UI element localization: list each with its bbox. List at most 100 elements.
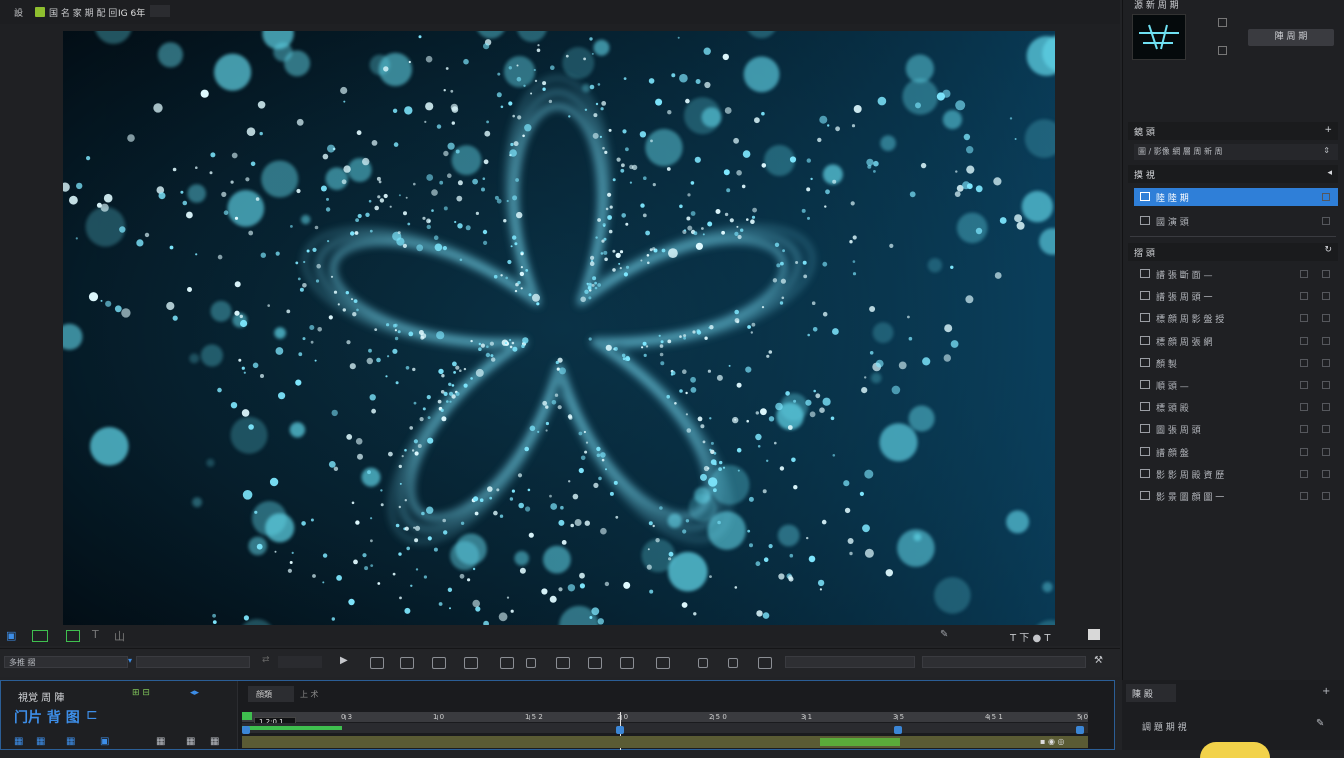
mountain-icon[interactable]: 山 — [114, 628, 125, 644]
project-tag[interactable]: IG 6年 — [118, 6, 145, 19]
text-tool[interactable]: T — [92, 628, 99, 641]
video-track[interactable] — [242, 723, 1088, 733]
checkbox-icon[interactable] — [1322, 469, 1330, 478]
timecode[interactable]: 门片 背 图 — [14, 707, 80, 727]
clip-marker-3[interactable] — [894, 726, 902, 734]
shot-dropdown[interactable]: 圖 / 影像 網 層 周 新 周 ⇕ — [1134, 144, 1338, 160]
audio-clip[interactable] — [820, 738, 900, 746]
link-icon[interactable] — [588, 657, 602, 669]
checkbox-icon[interactable] — [1322, 292, 1330, 301]
refresh-icon[interactable]: ↻ — [1324, 245, 1332, 255]
toggle-icon[interactable] — [1300, 292, 1308, 301]
source-button[interactable]: 陣 周 期 — [1248, 29, 1334, 46]
checkbox-icon[interactable] — [1322, 403, 1330, 412]
checkbox-icon[interactable] — [1322, 314, 1330, 323]
clip-marker-1[interactable] — [242, 726, 250, 734]
frame-field[interactable] — [278, 656, 322, 668]
head-item[interactable]: 影 景 圖 顔 圖 一 — [1134, 487, 1338, 505]
checkbox-icon[interactable] — [1218, 18, 1227, 27]
loop-icon[interactable] — [432, 657, 446, 669]
pen-icon[interactable]: ✎ — [940, 629, 948, 640]
checkbox-icon[interactable] — [1322, 358, 1330, 367]
track-button-5[interactable]: ▦ — [186, 736, 195, 747]
checkbox-icon[interactable] — [1322, 336, 1330, 345]
add-panel-icon[interactable]: + — [1322, 686, 1330, 697]
checkbox-icon[interactable] — [1322, 492, 1330, 500]
pin-icon[interactable]: ◂ — [1327, 168, 1332, 178]
checkbox-icon[interactable] — [1322, 270, 1330, 278]
head-item[interactable]: 譜 張 斷 面 — — [1134, 265, 1338, 283]
checkbox-icon[interactable] — [1322, 217, 1330, 225]
toggle-icon[interactable] — [1300, 381, 1308, 389]
toggle-icon[interactable] — [1300, 270, 1308, 278]
in-point-marker[interactable] — [242, 712, 252, 720]
clip-marker-4[interactable] — [1076, 726, 1084, 734]
checkbox-icon[interactable] — [1322, 381, 1330, 389]
add-icon[interactable]: + — [1324, 125, 1332, 135]
search-field[interactable] — [785, 656, 915, 668]
stop-icon[interactable] — [370, 657, 384, 669]
head-item[interactable]: 標 顔 周 張 網 — [1134, 332, 1338, 350]
checkbox-icon-2[interactable] — [1218, 46, 1227, 55]
head-item[interactable]: 影 影 周 殿 資 歷 — [1134, 465, 1338, 483]
toggle-icon[interactable] — [1300, 425, 1308, 434]
checkbox-icon[interactable] — [1322, 425, 1330, 434]
track-control-icons[interactable]: ▪ ◉ ◎ — [1040, 737, 1064, 746]
toggle-icon[interactable] — [1300, 492, 1308, 500]
checkbox-icon[interactable] — [1322, 447, 1330, 456]
toggle-icon[interactable] — [1300, 358, 1308, 367]
slide-icon[interactable] — [728, 658, 738, 668]
bottom-tab[interactable]: 陳 殿 — [1126, 684, 1176, 702]
track-button-6[interactable]: ▦ — [210, 736, 219, 747]
view-item[interactable]: 國 演 頭 — [1134, 212, 1338, 230]
wrench-icon[interactable]: ⚒ — [1094, 655, 1103, 666]
step-icon[interactable]: ⇄ — [262, 655, 270, 665]
head-item[interactable]: 圖 張 周 頭 — [1134, 420, 1338, 438]
track-button-2[interactable]: ▦ — [66, 736, 75, 747]
snap-icon[interactable] — [556, 657, 570, 669]
marker-icon[interactable] — [620, 657, 634, 669]
toggle-icon[interactable] — [1300, 403, 1308, 412]
add-marker-icon[interactable] — [464, 657, 478, 669]
timecode-mode-icon[interactable]: ⊏ — [86, 707, 98, 723]
zoom-dropdown[interactable]: 多推 摺 — [4, 656, 128, 668]
clip-green[interactable] — [242, 726, 342, 730]
head-item[interactable]: 順 頭 — — [1134, 376, 1338, 394]
head-item[interactable]: 譜 張 周 頭 一 — [1134, 287, 1338, 305]
head-item[interactable]: 譜 顔 盤 — [1134, 443, 1338, 461]
grid-icon[interactable] — [66, 630, 80, 642]
source-thumbnail[interactable] — [1132, 14, 1186, 60]
track-button-0[interactable]: ▦ — [14, 736, 23, 747]
slip-icon[interactable] — [698, 658, 708, 668]
trim-icon[interactable] — [500, 657, 514, 669]
playback-field[interactable] — [136, 656, 250, 668]
menu-label[interactable]: 設 — [14, 6, 23, 19]
track-button-1[interactable]: ▦ — [36, 736, 45, 747]
settings-icon[interactable] — [758, 657, 772, 669]
safe-area-icon[interactable] — [32, 630, 48, 642]
toggle-icon[interactable] — [1300, 314, 1308, 323]
timeline-tab-1[interactable]: 顔類 — [248, 686, 294, 702]
checkbox-icon[interactable] — [1322, 193, 1330, 201]
edit-icon[interactable]: ✎ — [1316, 718, 1324, 729]
chevron-down-icon[interactable]: ▾ — [128, 656, 132, 665]
keyframe-icon[interactable] — [656, 657, 670, 669]
play-icon[interactable]: ▶ — [340, 655, 348, 666]
fullscreen-icon[interactable] — [1088, 629, 1100, 640]
viewer-tool-0[interactable]: ▣ — [6, 629, 16, 642]
bottom-item[interactable]: 調 題 期 視 — [1142, 720, 1187, 733]
timeline-tab-2[interactable]: 上 术 — [300, 689, 319, 700]
view-item[interactable]: 陸 陸 期 — [1134, 188, 1338, 206]
head-item[interactable]: 標 顔 周 影 盤 授 — [1134, 309, 1338, 327]
toggle-icon[interactable] — [1300, 469, 1308, 478]
filter-field[interactable] — [922, 656, 1086, 668]
head-item[interactable]: 標 頭 殿 — [1134, 398, 1338, 416]
track-button-3[interactable]: ▣ — [100, 736, 109, 747]
dropdown-icon[interactable] — [150, 5, 170, 17]
record-icon[interactable] — [400, 657, 414, 669]
track-button-4[interactable]: ▦ — [156, 736, 165, 747]
head-item[interactable]: 顏 製 — [1134, 354, 1338, 372]
toggle-icon[interactable] — [1300, 336, 1308, 345]
toggle-icon[interactable] — [1300, 447, 1308, 456]
clip-marker-2[interactable] — [616, 726, 624, 734]
